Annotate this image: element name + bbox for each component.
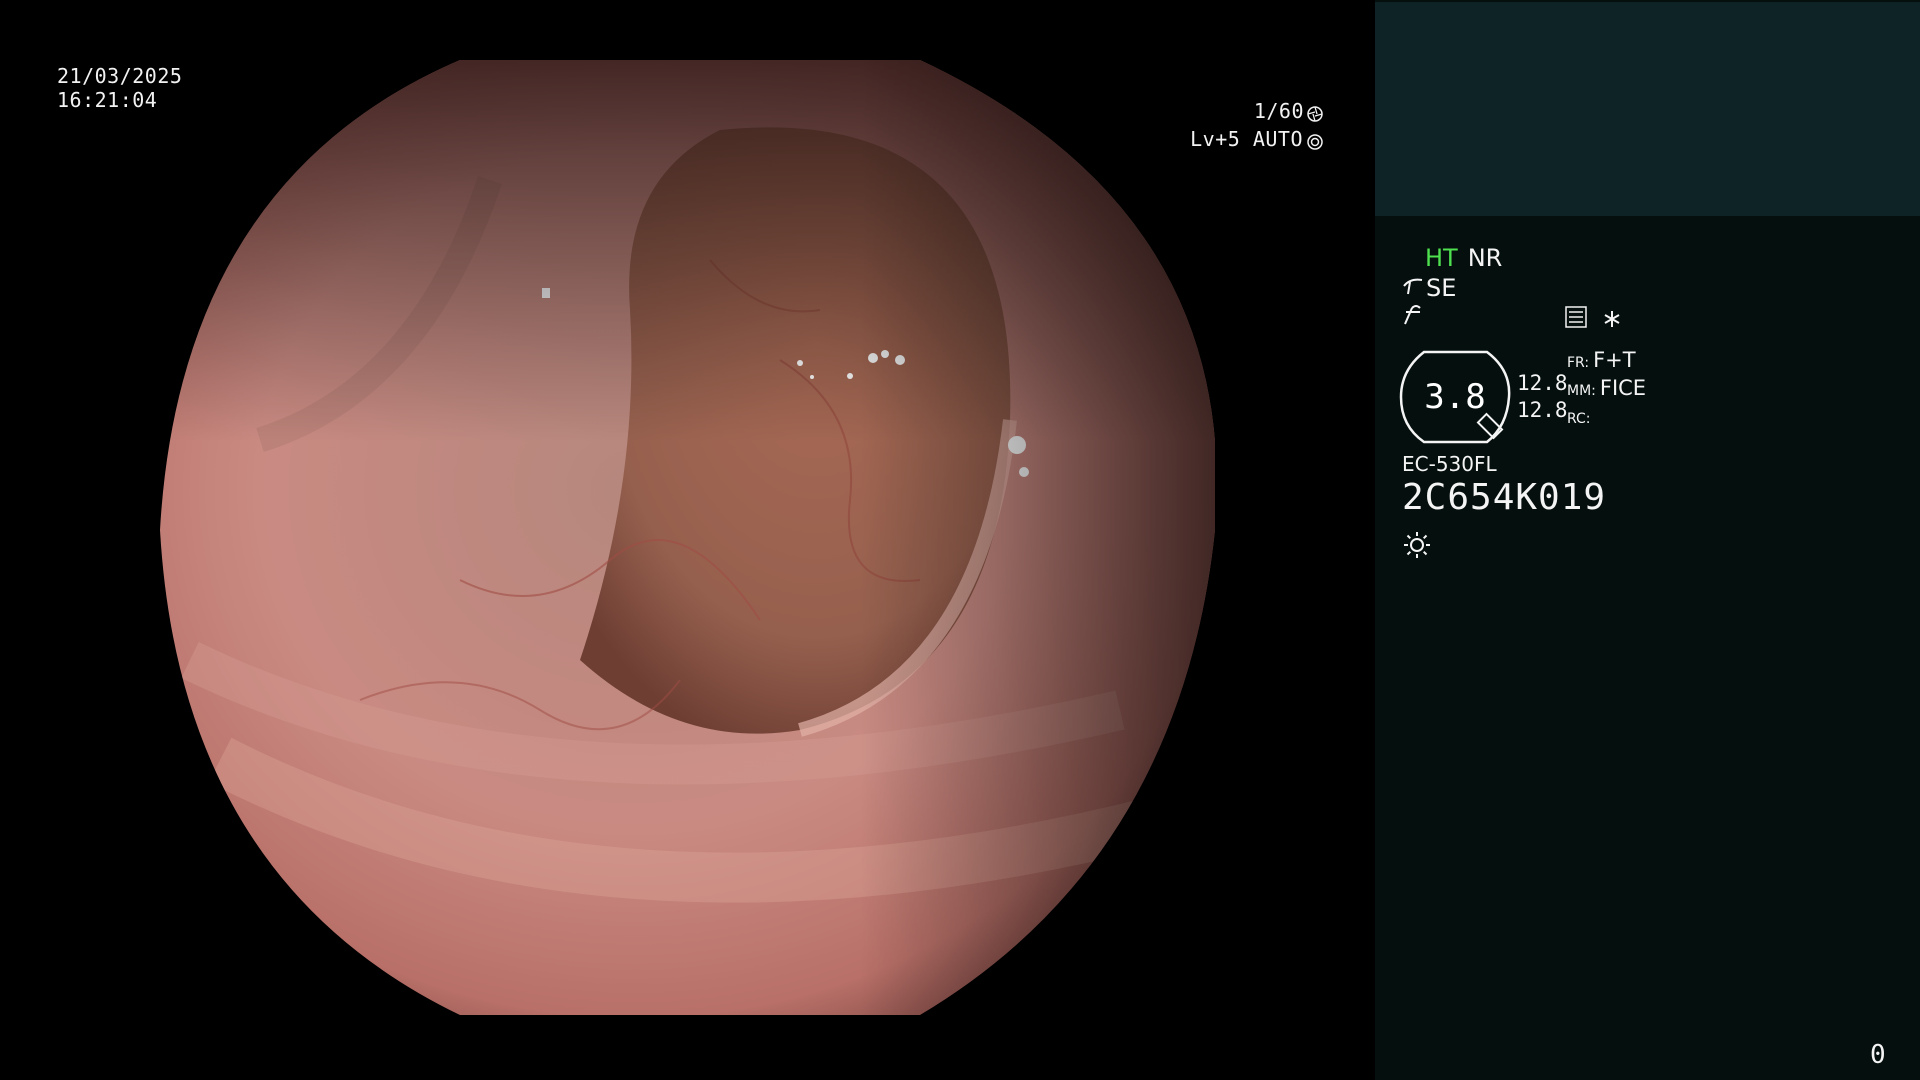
ht-label: HT (1425, 244, 1458, 272)
panel-header-block (1375, 2, 1920, 216)
scope-bend-icon (1402, 274, 1424, 302)
se-indicator: SE (1402, 274, 1456, 302)
endoscope-video-area: 21/03/2025 16:21:04 1/60 Lv+5 AUTO (0, 0, 1375, 1080)
scope-serial: 2C654K019 (1402, 477, 1607, 518)
fr-label: FR: (1567, 355, 1590, 371)
image-mode-indicator: HT NR (1425, 244, 1502, 272)
scope-model: EC-530FL (1402, 452, 1497, 476)
mode-settings: FR: F+T MM: FICE RC: (1567, 348, 1646, 432)
menu-list-icon (1565, 306, 1587, 334)
date-text: 21/03/2025 (57, 64, 183, 88)
mm-label: MM: (1567, 383, 1596, 399)
nr-label: NR (1467, 244, 1503, 272)
mm-value: FICE (1599, 376, 1647, 400)
asterisk-icon (1603, 306, 1621, 334)
scope-info-panel: HT NR SE 3.8 12.8 12.8 FR: F+T MM: FICE RC:… (1375, 0, 1920, 1080)
brightness-level-readout: Lv+5 AUTO (1190, 127, 1323, 151)
se-label: SE (1426, 274, 1457, 302)
shutter-speed-text: 1/60 (1253, 99, 1304, 123)
value-2: 12.8 (1517, 398, 1568, 422)
endoscope-image (160, 60, 1215, 1015)
zoom-indicator: 3.8 (1399, 350, 1519, 444)
structure-enhance-icon (1402, 304, 1424, 332)
date-time-display: 21/03/2025 16:21:04 (57, 64, 182, 112)
auto-iris-icon (1307, 131, 1323, 150)
light-sun-icon (1402, 530, 1432, 560)
level-text: Lv+5 AUTO (1190, 127, 1303, 151)
menu-indicator-row (1565, 306, 1621, 334)
shutter-readout: 1/60 (1254, 99, 1323, 123)
rc-label: RC: (1567, 411, 1591, 427)
zoom-value: 3.8 (1424, 377, 1486, 417)
fr-value: F+T (1593, 348, 1636, 372)
value-1: 12.8 (1517, 371, 1568, 395)
time-text: 16:21:04 (57, 88, 158, 112)
frame-counter: 0 (1870, 1040, 1886, 1070)
aperture-icon (1307, 103, 1323, 122)
value-readout: 12.8 12.8 (1517, 370, 1568, 424)
